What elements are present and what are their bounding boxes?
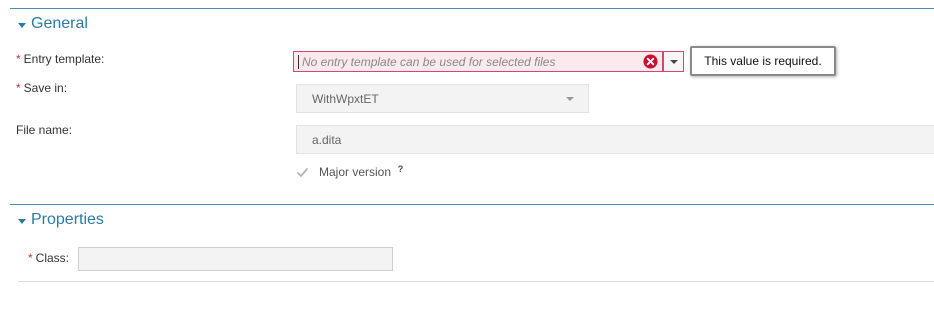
major-version-row: Major version ? bbox=[296, 163, 407, 179]
entry-template-input[interactable]: No entry template can be used for select… bbox=[293, 51, 663, 72]
general-section-toggle[interactable]: General bbox=[18, 15, 88, 33]
save-in-select[interactable]: WithWpxtET bbox=[296, 84, 589, 113]
required-marker: * bbox=[16, 52, 21, 66]
chevron-down-icon bbox=[669, 59, 678, 64]
major-version-checkbox[interactable] bbox=[296, 166, 309, 179]
general-section-divider bbox=[10, 8, 934, 9]
chevron-down-icon bbox=[18, 22, 26, 28]
file-name-input[interactable]: a.dita bbox=[296, 125, 934, 154]
save-in-label: * Save in: bbox=[16, 81, 68, 95]
properties-section-divider bbox=[10, 204, 934, 205]
class-label: * Class: bbox=[28, 251, 70, 265]
help-icon[interactable]: ? bbox=[395, 163, 407, 175]
chevron-down-icon bbox=[18, 218, 26, 224]
entry-template-placeholder: No entry template can be used for select… bbox=[302, 54, 556, 69]
chevron-down-icon bbox=[566, 97, 574, 101]
major-version-label: Major version bbox=[319, 165, 392, 179]
text-cursor bbox=[298, 54, 299, 69]
required-marker: * bbox=[16, 81, 21, 95]
validation-tooltip: This value is required. bbox=[690, 46, 836, 76]
required-marker: * bbox=[28, 251, 33, 265]
file-name-value: a.dita bbox=[312, 132, 342, 147]
class-input[interactable] bbox=[78, 247, 393, 271]
general-section-title: General bbox=[31, 15, 88, 32]
properties-section-title: Properties bbox=[31, 211, 104, 228]
file-name-label: File name: bbox=[16, 123, 73, 137]
properties-bottom-divider bbox=[18, 281, 934, 282]
error-icon bbox=[643, 54, 658, 69]
entry-template-label: * Entry template: bbox=[16, 52, 105, 66]
properties-section-toggle[interactable]: Properties bbox=[18, 211, 104, 229]
save-in-value: WithWpxtET bbox=[312, 91, 379, 106]
entry-template-dropdown-button[interactable] bbox=[663, 51, 684, 72]
